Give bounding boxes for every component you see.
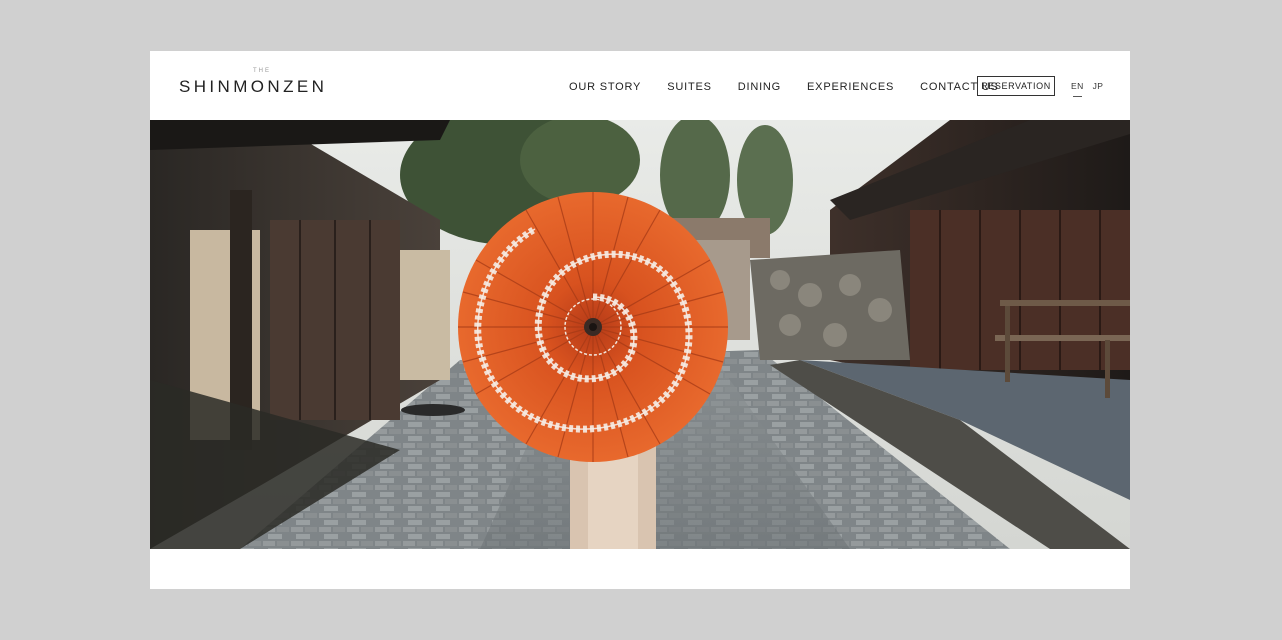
main-nav: OUR STORY SUITES DINING EXPERIENCES CONT…: [569, 80, 999, 94]
reservation-button[interactable]: RESERVATION: [977, 76, 1055, 96]
nav-experiences[interactable]: EXPERIENCES: [807, 81, 894, 93]
logo-prefix: THE: [253, 68, 271, 74]
lang-jp[interactable]: JP: [1093, 81, 1104, 91]
hero-illustration: [150, 120, 1130, 549]
nav-suites[interactable]: SUITES: [667, 81, 712, 93]
site-header: THE SHINMONZEN OUR STORY SUITES DINING E…: [150, 51, 1130, 120]
logo-wordmark: SHINMONZEN: [179, 77, 328, 96]
lang-en[interactable]: EN: [1071, 81, 1084, 97]
page: THE SHINMONZEN OUR STORY SUITES DINING E…: [150, 51, 1130, 589]
site-logo[interactable]: THE SHINMONZEN: [179, 68, 345, 98]
nav-our-story[interactable]: OUR STORY: [569, 81, 641, 93]
hero-image: [150, 120, 1130, 549]
language-switcher: EN JP: [1071, 81, 1112, 97]
nav-dining[interactable]: DINING: [738, 81, 781, 93]
umbrella-shape: [458, 192, 728, 462]
